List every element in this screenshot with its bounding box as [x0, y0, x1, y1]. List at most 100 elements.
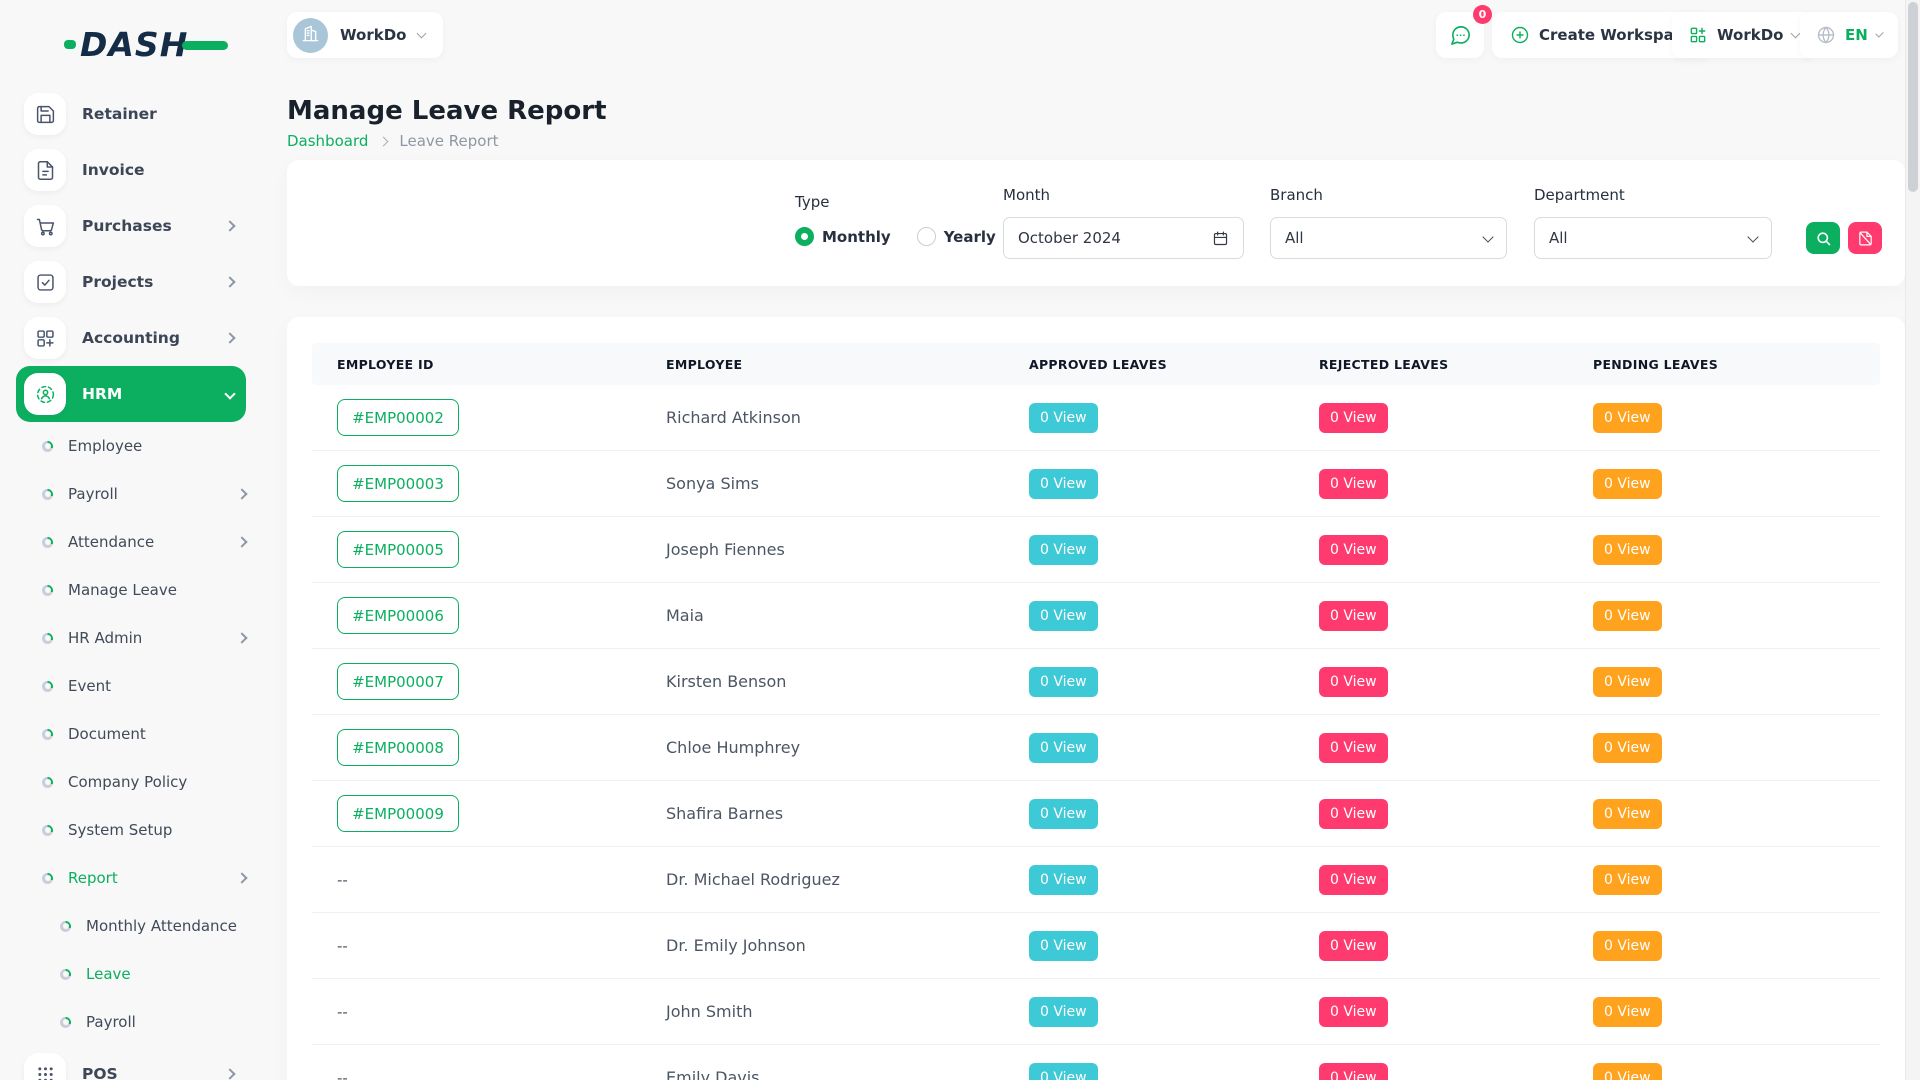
month-filter-group: Month October 2024 [1003, 186, 1244, 259]
logo-dash-accent [64, 40, 76, 49]
pending-leaves-badge[interactable]: 0 View [1593, 931, 1662, 961]
pending-leaves-badge[interactable]: 0 View [1593, 997, 1662, 1027]
rejected-leaves-badge[interactable]: 0 View [1319, 997, 1388, 1027]
pending-leaves-badge[interactable]: 0 View [1593, 1063, 1662, 1080]
employee-id-button[interactable]: #EMP00005 [337, 531, 459, 568]
language-selector[interactable]: EN [1800, 12, 1898, 58]
employee-id-cell: #EMP00009 [312, 795, 666, 832]
approved-leaves-badge[interactable]: 0 View [1029, 403, 1098, 433]
approved-leaves-badge[interactable]: 0 View [1029, 733, 1098, 763]
approved-leaves-badge[interactable]: 0 View [1029, 469, 1098, 499]
table-row: --John Smith0 View0 View0 View [312, 979, 1880, 1045]
pending-leaves-badge-cell: 0 View [1593, 535, 1880, 565]
app-logo[interactable]: DASH [64, 22, 262, 66]
sidebar-item-label: Employee [68, 437, 142, 455]
workspace-switcher[interactable]: WorkDo [287, 12, 443, 58]
approved-leaves-badge-cell: 0 View [1029, 469, 1319, 499]
scrollbar-thumb[interactable] [1908, 2, 1918, 192]
sidebar-item-purchases[interactable]: Purchases [16, 198, 246, 254]
rejected-leaves-badge[interactable]: 0 View [1319, 535, 1388, 565]
reset-filter-button[interactable] [1848, 222, 1882, 254]
pending-leaves-badge[interactable]: 0 View [1593, 535, 1662, 565]
sidebar-item-label: Manage Leave [68, 581, 177, 599]
rejected-leaves-badge[interactable]: 0 View [1319, 667, 1388, 697]
sidebar-item-hr-admin[interactable]: HR Admin [16, 614, 246, 662]
approved-leaves-badge[interactable]: 0 View [1029, 865, 1098, 895]
pending-leaves-badge[interactable]: 0 View [1593, 403, 1662, 433]
pending-leaves-badge[interactable]: 0 View [1593, 601, 1662, 631]
approved-leaves-badge[interactable]: 0 View [1029, 535, 1098, 565]
breadcrumb-dashboard-link[interactable]: Dashboard [287, 132, 368, 150]
sidebar-item-event[interactable]: Event [16, 662, 246, 710]
department-select[interactable]: All [1534, 217, 1772, 259]
radio-monthly[interactable]: Monthly [795, 227, 891, 246]
chevron-right-icon [224, 220, 235, 231]
employee-id-cell: #EMP00008 [312, 729, 666, 766]
pending-leaves-badge[interactable]: 0 View [1593, 667, 1662, 697]
table-row: --Emily Davis0 View0 View0 View [312, 1045, 1880, 1080]
sidebar-item-retainer[interactable]: Retainer [16, 86, 246, 142]
pending-leaves-badge[interactable]: 0 View [1593, 733, 1662, 763]
approved-leaves-badge[interactable]: 0 View [1029, 997, 1098, 1027]
messages-button[interactable]: 0 [1436, 12, 1484, 58]
employee-id-button[interactable]: #EMP00003 [337, 465, 459, 502]
bullet-icon [42, 777, 53, 788]
sidebar-item-employee[interactable]: Employee [16, 422, 246, 470]
sidebar-item-system-setup[interactable]: System Setup [16, 806, 246, 854]
sidebar-item-payroll[interactable]: Payroll [16, 470, 246, 518]
radio-yearly[interactable]: Yearly [917, 227, 996, 246]
workdo-menu-button[interactable]: WorkDo [1672, 12, 1815, 58]
sidebar-item-label: Projects [82, 273, 153, 291]
pending-leaves-badge[interactable]: 0 View [1593, 469, 1662, 499]
approved-leaves-badge-cell: 0 View [1029, 997, 1319, 1027]
rejected-leaves-badge[interactable]: 0 View [1319, 865, 1388, 895]
sidebar-item-invoice[interactable]: Invoice [16, 142, 246, 198]
employee-id-button[interactable]: #EMP00007 [337, 663, 459, 700]
rejected-leaves-badge[interactable]: 0 View [1319, 403, 1388, 433]
pending-leaves-badge[interactable]: 0 View [1593, 865, 1662, 895]
hrm-icon [24, 373, 66, 415]
sidebar-item-leave[interactable]: Leave [16, 950, 246, 998]
sidebar-item-document[interactable]: Document [16, 710, 246, 758]
employee-id-button[interactable]: #EMP00006 [337, 597, 459, 634]
sidebar-item-monthly-attendance[interactable]: Monthly Attendance [16, 902, 246, 950]
approved-leaves-badge[interactable]: 0 View [1029, 799, 1098, 829]
rejected-leaves-badge[interactable]: 0 View [1319, 931, 1388, 961]
search-button[interactable] [1806, 222, 1840, 254]
pending-leaves-badge[interactable]: 0 View [1593, 799, 1662, 829]
rejected-leaves-badge[interactable]: 0 View [1319, 469, 1388, 499]
sidebar-item-projects[interactable]: Projects [16, 254, 246, 310]
employee-id-button[interactable]: #EMP00008 [337, 729, 459, 766]
month-input[interactable]: October 2024 [1003, 217, 1244, 259]
sidebar-item-company-policy[interactable]: Company Policy [16, 758, 246, 806]
approved-leaves-badge-cell: 0 View [1029, 535, 1319, 565]
rejected-leaves-badge[interactable]: 0 View [1319, 1063, 1388, 1080]
approved-leaves-badge[interactable]: 0 View [1029, 667, 1098, 697]
rejected-leaves-badge[interactable]: 0 View [1319, 601, 1388, 631]
employee-id-cell: -- [312, 936, 666, 955]
approved-leaves-badge[interactable]: 0 View [1029, 601, 1098, 631]
employee-id-button[interactable]: #EMP00002 [337, 399, 459, 436]
page-scrollbar[interactable] [1905, 0, 1920, 1080]
chat-icon [1449, 24, 1472, 47]
sidebar-item-attendance[interactable]: Attendance [16, 518, 246, 566]
sidebar-item-manage-leave[interactable]: Manage Leave [16, 566, 246, 614]
sidebar-item-pos[interactable]: POS [16, 1046, 246, 1080]
employee-id-button[interactable]: #EMP00009 [337, 795, 459, 832]
rejected-leaves-badge[interactable]: 0 View [1319, 799, 1388, 829]
rejected-leaves-badge[interactable]: 0 View [1319, 733, 1388, 763]
sidebar-item-report[interactable]: Report [16, 854, 246, 902]
approved-leaves-badge[interactable]: 0 View [1029, 931, 1098, 961]
pending-leaves-badge-cell: 0 View [1593, 865, 1880, 895]
app-window: DASH RetainerInvoice Purchases Projects Acc… [0, 0, 1920, 1080]
employee-id-cell: #EMP00006 [312, 597, 666, 634]
branch-select[interactable]: All [1270, 217, 1507, 259]
sidebar-item-accounting[interactable]: Accounting [16, 310, 246, 366]
employee-name: Chloe Humphrey [666, 738, 1029, 757]
sidebar-item-label: Accounting [82, 329, 180, 347]
sidebar-item-payroll[interactable]: Payroll [16, 998, 246, 1046]
sidebar-item-label: Purchases [82, 217, 172, 235]
bullet-icon [42, 441, 53, 452]
sidebar-item-hrm[interactable]: HRM [16, 366, 246, 422]
approved-leaves-badge[interactable]: 0 View [1029, 1063, 1098, 1080]
